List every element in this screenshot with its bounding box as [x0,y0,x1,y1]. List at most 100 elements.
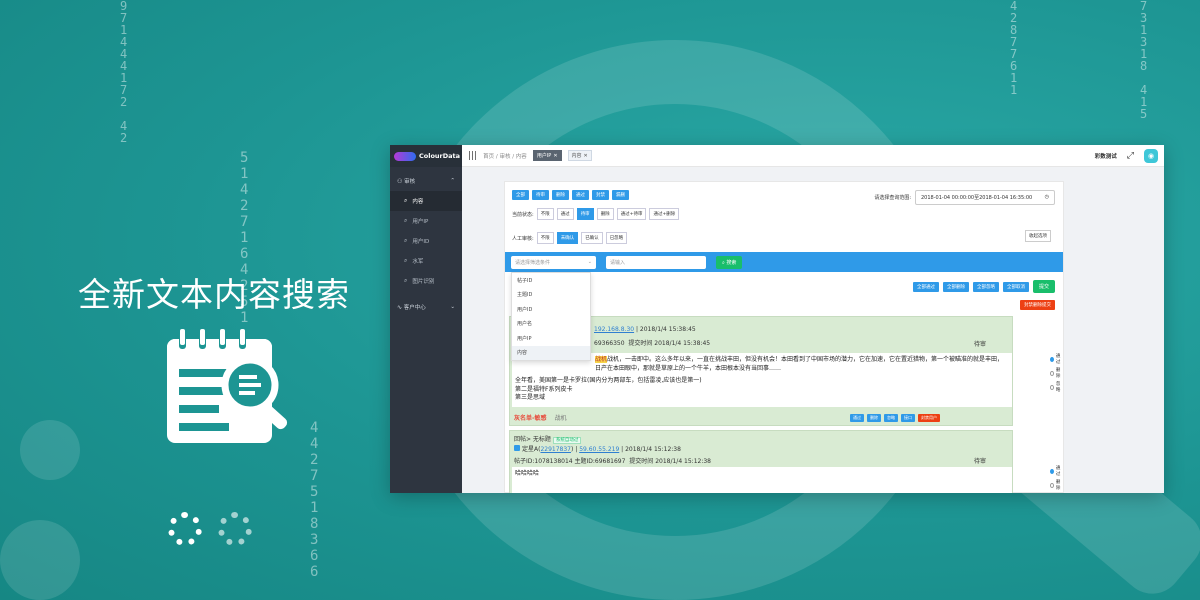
bokeh [0,520,80,600]
ban-delete-submit-button[interactable]: 封禁删除提交 [1020,300,1055,310]
manual-option[interactable]: 不限 [536,232,554,244]
sidebar-group-audit[interactable]: ⚇ 审核 ⌃ [390,171,462,191]
status-option[interactable]: 待审 [576,208,594,220]
user-id-link[interactable]: 22917837 [540,446,571,453]
card-meta-line: 192.168.8.30 | 2018/1/4 15:38:45 [594,326,696,333]
status-text: 待审 [974,458,987,465]
status-label: 当前状态: [512,211,534,218]
status-option[interactable]: 通过+待审 [616,208,647,220]
keyword-highlight: 战机 [595,356,608,363]
close-icon[interactable]: ✕ [553,153,557,159]
ignore-all-button[interactable]: 全部忽略 [972,281,999,292]
radio-ignore[interactable]: 忽略 [1050,381,1062,393]
matrix-digits-right2: 4 2 8 7 7 6 1 1 [1010,0,1018,97]
sidebar-item-image-recognition[interactable]: ⌕ 图片识别 [390,271,462,291]
tab-label: 内容 [571,153,582,159]
brand-name: ColourData [419,152,461,160]
content-line: 第二是福特F系列皮卡 [515,385,573,393]
status-badge: 系统自动过 [552,437,582,444]
sidebar-item-label: 内容 [412,199,424,205]
calendar-search-icon [167,329,288,443]
status-option[interactable]: 通过+删除 [649,208,680,220]
card-ids-line: 69366350 提交时间 2018/1/4 15:38:45 [594,338,710,347]
delete-button[interactable]: 删除 [867,414,881,422]
user-name[interactable]: 彩数测试 [1095,152,1117,160]
dropdown-option[interactable]: 用户名 [512,317,590,332]
sidebar-item-water-army[interactable]: ⌕ 水军 [390,251,462,271]
ban-user-button[interactable]: 封禁用户 [918,414,940,422]
pulse-icon: ∿ [397,304,403,311]
submit-button[interactable]: 提交 [1032,280,1055,293]
dropdown-option[interactable]: 帖子ID [512,273,590,288]
delete-all-button[interactable]: 全部删除 [942,281,969,292]
car-logo-icon [394,151,416,161]
chevron-down-icon: ⌄ [450,304,455,310]
menu-toggle-icon[interactable]: ||| [468,151,477,161]
keyword-input[interactable]: 请输入 [606,255,706,269]
radio-delete[interactable]: 删除 [1050,479,1062,491]
fullscreen-icon[interactable]: ⤢ [1127,151,1134,161]
manual-option[interactable]: 已确认 [581,232,603,244]
matrix-digits-left: 9 7 1 4 4 4 1 7 2 4 2 [120,0,128,145]
manual-option[interactable]: 未确认 [556,232,579,244]
sidebar-group-customer[interactable]: ∿ 客户中心 ⌄ [390,297,462,317]
radio-pass[interactable]: 通过 [1050,353,1062,365]
filter-pending-button[interactable]: 待审 [532,190,549,200]
avatar[interactable]: ◉ [1144,148,1158,163]
post-content: 哈哈哈哈 [512,467,1012,493]
close-icon[interactable]: ✕ [584,153,588,159]
filter-missed-button[interactable]: 漏删 [612,190,629,200]
interface-button[interactable]: 接口 [901,414,915,422]
dropdown-option[interactable]: 主题ID [512,288,590,303]
radio-label: 忽略 [1055,382,1061,393]
date-range-input[interactable]: 2018-01-04 00:00:00至2018-01-04 16:35:00 ◷ [915,190,1055,205]
radio-delete[interactable]: 删除 [1050,367,1062,379]
sidebar-item-user-ip[interactable]: ⌕ 用户IP [390,211,462,231]
dropdown-option[interactable]: 用户ID [512,302,590,317]
manual-option[interactable]: 已忽略 [605,232,628,244]
filter-all-button[interactable]: 全部 [512,190,529,200]
post-title[interactable]: 回帖> 无标题 [514,436,551,443]
search-icon: ⌕ [404,217,408,224]
app-screenshot-window: ColourData ⚇ 审核 ⌃ ⌕ 内容 ⌕ 用户IP ⌕ 用户ID ⌕ 水军 ⌕ 图片… [390,145,1164,493]
filter-deleted-button[interactable]: 删除 [552,190,569,200]
search-button[interactable]: ⌕ 搜索 [716,255,743,269]
radio-label: 通过 [1055,466,1061,477]
search-button-label: 搜索 [726,259,737,266]
content-line: 全年看，美国第一是卡罗拉(国内分为两部车，包括雷凌,应该也是第一) [515,377,702,384]
cancel-all-button[interactable]: 全部取消 [1002,281,1029,292]
keyword-label: 战机 [554,415,567,422]
status-option[interactable]: 删除 [596,208,614,220]
dropdown-option[interactable]: 内容 [512,345,590,360]
chevron-down-icon: ⌄ [587,259,592,265]
ip-link[interactable]: 59.60.55.219 [579,446,619,453]
main-area: ||| 首页 / 审核 / 内容 用户IP ✕ 内容 ✕ 彩数测试 ⤢ ◉ 全部 待… [462,145,1164,493]
sidebar-group-label: 审核 [404,179,416,185]
post-time: 2018/1/4 15:12:38 [625,446,681,453]
search-condition-select[interactable]: 请选择筛选条件 ⌄ [511,255,596,269]
filter-banned-button[interactable]: 封禁 [592,190,609,200]
submit-time: 提交时间 2018/1/4 15:38:45 [628,340,711,347]
dropdown-option[interactable]: 用户IP [512,331,590,346]
search-icon: ⌕ [404,237,408,244]
pass-button[interactable]: 通过 [850,414,864,422]
status-option[interactable]: 通过 [556,208,574,220]
content-line: 哈哈哈哈 [515,470,540,477]
sidebar-item-user-id[interactable]: ⌕ 用户ID [390,231,462,251]
sidebar-item-label: 水军 [412,259,424,265]
collapse-options-button[interactable]: 收起选项 [1025,230,1051,242]
checkbox[interactable] [514,445,520,451]
ip-link[interactable]: 192.168.8.30 [594,326,634,333]
status-filter-row: 当前状态: 不限 通过 待审 删除 通过+待审 通过+删除 [512,208,680,220]
filter-passed-button[interactable]: 通过 [572,190,589,200]
pass-all-button[interactable]: 全部通过 [912,281,939,292]
tab-user-ip[interactable]: 用户IP ✕ [532,150,562,161]
brand-logo[interactable]: ColourData [390,145,462,167]
radio-pass[interactable]: 通过 [1050,465,1062,477]
tab-content[interactable]: 内容 ✕ [567,150,592,161]
status-option[interactable]: 不限 [536,208,554,220]
sidebar-item-content[interactable]: ⌕ 内容 [390,191,462,211]
tab-label: 用户IP [536,153,552,159]
sidebar-item-label: 用户IP [412,219,429,225]
ignore-button[interactable]: 忽略 [884,414,898,422]
